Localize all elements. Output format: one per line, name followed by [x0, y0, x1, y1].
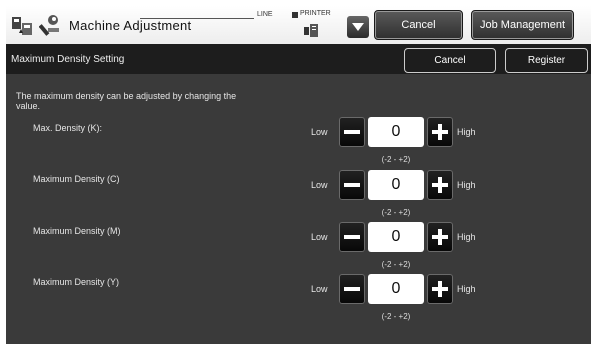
plus-icon[interactable]: [427, 117, 453, 147]
high-label: High: [457, 127, 476, 137]
cancel-button[interactable]: Cancel: [404, 48, 496, 73]
density-y-value[interactable]: 0: [368, 274, 424, 304]
page-title: Maximum Density Setting: [11, 54, 125, 65]
sub-header: Maximum Density Setting Cancel Register: [6, 44, 591, 74]
density-k-stepper: Low 0 High (-2 - +2): [311, 117, 501, 164]
range-label: (-2 - +2): [381, 208, 411, 217]
density-k-value[interactable]: 0: [368, 117, 424, 147]
minus-icon[interactable]: [339, 274, 365, 304]
plus-icon[interactable]: [427, 170, 453, 200]
low-label: Low: [311, 127, 328, 137]
density-y-label: Maximum Density (Y): [33, 277, 120, 287]
minus-icon[interactable]: [339, 117, 365, 147]
main-window: Machine Adjustment LINE PRINTER Cancel J…: [6, 6, 591, 344]
description-text: The maximum density can be adjusted by c…: [16, 91, 237, 111]
density-k-label: Max. Density (K):: [33, 123, 103, 133]
range-label: (-2 - +2): [381, 312, 411, 321]
density-c-value[interactable]: 0: [368, 170, 424, 200]
density-m-stepper: Low 0 High (-2 - +2): [311, 222, 501, 269]
range-label: (-2 - +2): [381, 260, 411, 269]
machine-adjustment-icon: [12, 17, 32, 35]
register-button[interactable]: Register: [505, 48, 588, 73]
top-cancel-button[interactable]: Cancel: [374, 10, 463, 40]
low-label: Low: [311, 180, 328, 190]
line-label: LINE: [257, 11, 273, 18]
density-m-label: Maximum Density (M): [33, 226, 121, 236]
minus-icon[interactable]: [339, 222, 365, 252]
app-title: Machine Adjustment: [69, 18, 192, 33]
high-label: High: [457, 180, 476, 190]
wrench-icon: [39, 15, 59, 36]
line-rule: [140, 18, 254, 19]
density-m-value[interactable]: 0: [368, 222, 424, 252]
top-bar: Machine Adjustment LINE PRINTER Cancel J…: [6, 6, 591, 44]
high-label: High: [457, 232, 476, 242]
plus-icon[interactable]: [427, 222, 453, 252]
printer-status-indicator: [292, 12, 298, 18]
density-c-stepper: Low 0 High (-2 - +2): [311, 170, 501, 217]
triangle-down-icon[interactable]: [347, 16, 369, 38]
printer-icon: [304, 24, 318, 37]
low-label: Low: [311, 284, 328, 294]
job-management-button[interactable]: Job Management: [471, 10, 574, 40]
density-y-stepper: Low 0 High (-2 - +2): [311, 274, 501, 321]
low-label: Low: [311, 232, 328, 242]
plus-icon[interactable]: [427, 274, 453, 304]
range-label: (-2 - +2): [381, 155, 411, 164]
density-c-label: Maximum Density (C): [33, 174, 120, 184]
high-label: High: [457, 284, 476, 294]
printer-label: PRINTER: [300, 10, 331, 17]
minus-icon[interactable]: [339, 170, 365, 200]
